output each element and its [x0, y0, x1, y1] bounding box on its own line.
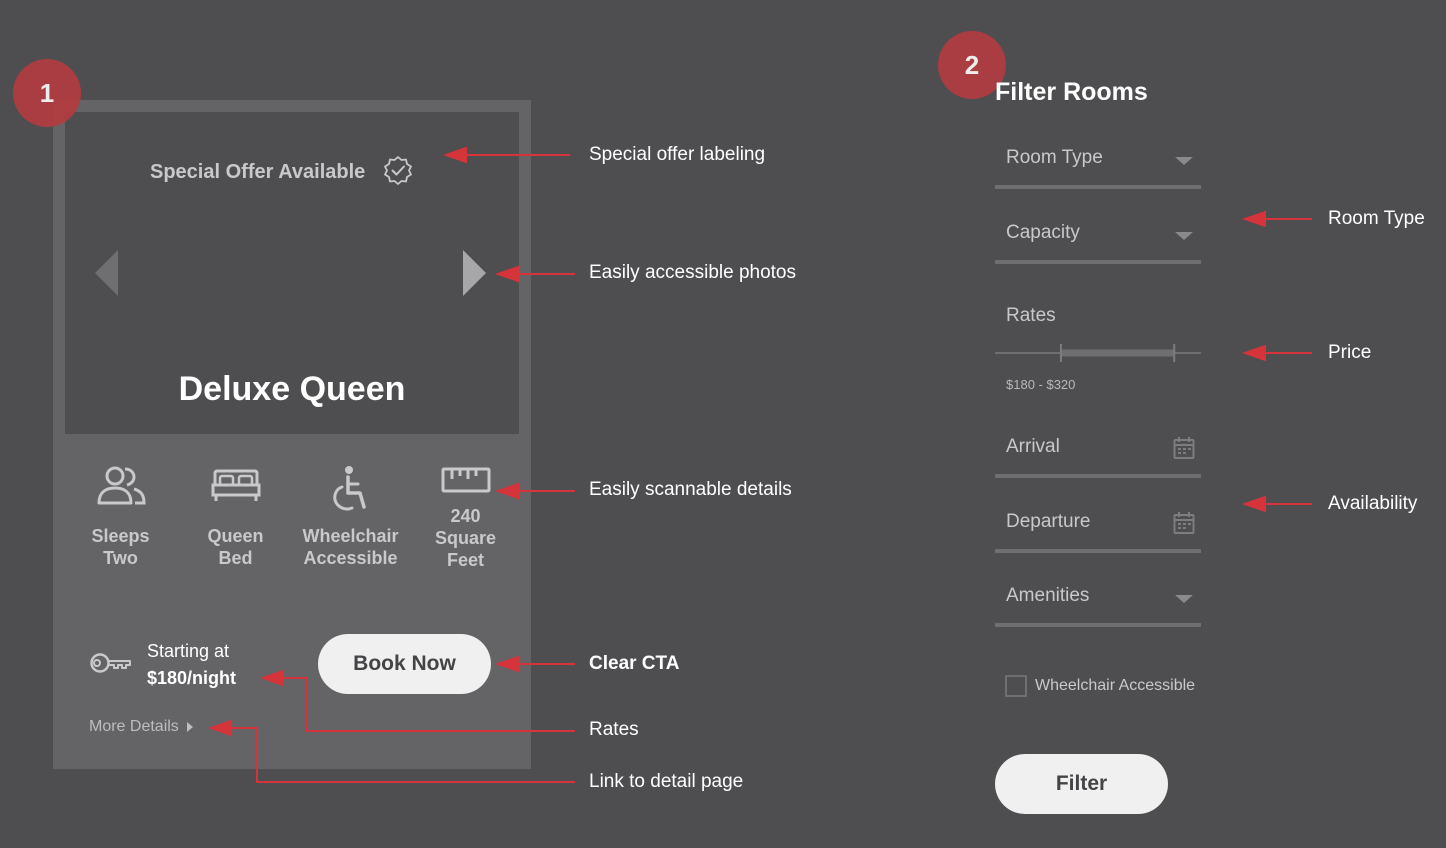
arrowhead-rates [259, 669, 284, 687]
capacity-label: Capacity [1006, 222, 1080, 243]
departure-date-field[interactable]: Departure [995, 511, 1201, 553]
arrowhead-cta [494, 655, 519, 673]
arrowhead-details [494, 482, 519, 500]
arrowhead-special-offer [442, 146, 467, 164]
arrow-link [228, 727, 575, 783]
annotation-availability: Availability [1328, 493, 1418, 514]
annotation-price: Price [1328, 342, 1372, 363]
arrival-label: Arrival [1006, 436, 1060, 457]
calendar-icon[interactable] [1173, 436, 1195, 465]
chevron-down-icon [1175, 232, 1193, 240]
annotation-cta: Clear CTA [589, 653, 680, 674]
arrowhead-room-type [1241, 210, 1266, 228]
annotation-arrows [207, 146, 1312, 783]
wheelchair-filter: Wheelchair Accessible [1005, 675, 1195, 697]
annotation-rates: Rates [589, 719, 639, 740]
arrowhead-price [1241, 344, 1266, 362]
annotation-photos: Easily accessible photos [589, 262, 796, 283]
chevron-down-icon [1175, 157, 1193, 165]
filter-title: Filter Rooms [995, 78, 1148, 106]
arrowhead-availability [1241, 495, 1266, 513]
rates-label: Rates [1006, 305, 1056, 326]
annotation-room-type: Room Type [1328, 208, 1425, 229]
room-type-select[interactable]: Room Type [995, 147, 1201, 189]
chevron-down-icon [1175, 595, 1193, 603]
stage: Special Offer Available Deluxe Queen Sle… [0, 0, 1446, 848]
arrowhead-link [207, 719, 232, 737]
wheelchair-checkbox[interactable] [1005, 675, 1027, 697]
filter-button[interactable]: Filter [995, 754, 1168, 814]
capacity-select[interactable]: Capacity [995, 222, 1201, 264]
arrow-rates [280, 677, 575, 732]
amenities-select[interactable]: Amenities [995, 585, 1201, 627]
room-type-label: Room Type [1006, 147, 1103, 168]
arrival-date-field[interactable]: Arrival [995, 436, 1201, 478]
annotation-special-offer: Special offer labeling [589, 144, 766, 165]
annotation-details: Easily scannable details [589, 479, 792, 500]
rates-value: $180 - $320 [1006, 377, 1076, 392]
annotation-link: Link to detail page [589, 771, 744, 792]
arrowhead-photos [494, 265, 519, 283]
departure-label: Departure [1006, 511, 1091, 532]
wheelchair-checkbox-label: Wheelchair Accessible [1035, 677, 1196, 694]
rate-slider[interactable] [995, 343, 1201, 363]
amenities-label: Amenities [1006, 585, 1090, 606]
calendar-icon[interactable] [1173, 511, 1195, 540]
